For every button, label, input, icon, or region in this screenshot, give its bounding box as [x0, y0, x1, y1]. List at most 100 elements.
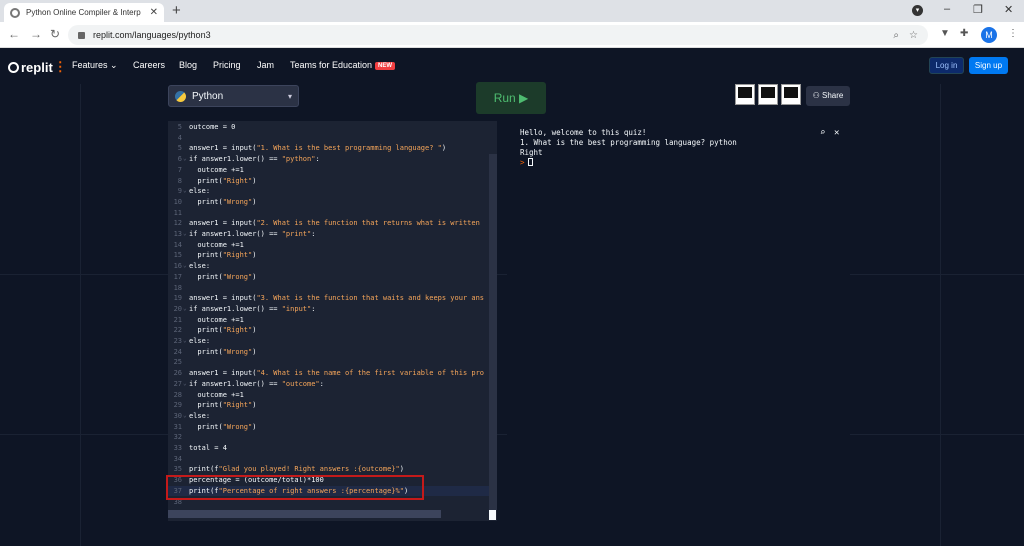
- code-line[interactable]: 10 print("Wrong"): [168, 197, 497, 208]
- language-label: Python: [192, 90, 224, 102]
- nav-pricing[interactable]: Pricing: [213, 60, 241, 70]
- fold-chevron-icon[interactable]: ⌄: [183, 154, 187, 165]
- code-line[interactable]: 23 ⌄ else:: [168, 336, 497, 347]
- code-line[interactable]: 21 outcome +=1: [168, 315, 497, 326]
- nav-features[interactable]: Features ⌄: [72, 60, 118, 71]
- code-line[interactable]: 20 ⌄ if answer1.lower() == "input":: [168, 304, 497, 315]
- code-text: print("Wrong"): [189, 197, 257, 206]
- code-text: outcome +=1: [189, 315, 244, 324]
- code-text: else:: [189, 337, 211, 345]
- code-line[interactable]: 7 outcome +=1: [168, 165, 497, 176]
- code-line[interactable]: 5 answer1 = input("1. What is the best pr…: [168, 143, 497, 154]
- code-text: else:: [189, 262, 211, 271]
- zoom-icon[interactable]: ⌕: [893, 30, 899, 41]
- browser-tab[interactable]: Python Online Compiler & Interp ✕: [4, 3, 164, 22]
- line-number: 33: [173, 444, 182, 452]
- code-line[interactable]: 32: [168, 432, 497, 443]
- browser-menu-icon[interactable]: ⋮: [1008, 28, 1018, 39]
- fold-chevron-icon[interactable]: ⌄: [183, 379, 187, 390]
- code-line[interactable]: 19 answer1 = input("3. What is the functi…: [168, 293, 497, 304]
- editor-vertical-scrollbar[interactable]: [489, 154, 497, 510]
- tab-close-icon[interactable]: ✕: [150, 7, 158, 18]
- signup-button[interactable]: Sign up: [969, 57, 1008, 74]
- console-line: Hello, welcome to this quiz!: [520, 128, 647, 137]
- minimize-button[interactable]: –: [944, 3, 950, 15]
- reload-icon[interactable]: ↻: [50, 27, 60, 41]
- browser-toolbar: ← → ↻ replit.com/languages/python3 ⌕ ☆: [0, 22, 1024, 48]
- code-line[interactable]: 22 print("Right"): [168, 325, 497, 336]
- code-text: print(f"Glad you played! Right answers :…: [189, 465, 404, 474]
- window-close-button[interactable]: ✕: [1004, 3, 1013, 16]
- multiplayer-avatar[interactable]: [735, 84, 755, 105]
- code-line[interactable]: 17 print("Wrong"): [168, 272, 497, 283]
- profile-avatar[interactable]: M: [981, 27, 997, 43]
- puzzle-extensions-icon[interactable]: ✚: [960, 28, 968, 39]
- code-line[interactable]: 25: [168, 357, 497, 368]
- code-line[interactable]: 13 ⌄ if answer1.lower() == "print":: [168, 229, 497, 240]
- nav-jam[interactable]: Jam: [257, 60, 274, 70]
- fold-chevron-icon[interactable]: ⌄: [183, 304, 187, 315]
- code-line[interactable]: 16 ⌄ else:: [168, 261, 497, 272]
- code-line[interactable]: 4: [168, 133, 497, 144]
- code-line[interactable]: 29 print("Right"): [168, 400, 497, 411]
- code-line[interactable]: 8 print("Right"): [168, 176, 497, 187]
- code-line[interactable]: 30 ⌄ else:: [168, 411, 497, 422]
- profile-dropdown-icon[interactable]: ▾: [912, 5, 923, 16]
- code-text: else:: [189, 411, 211, 420]
- code-text: if answer1.lower() == "print":: [189, 230, 316, 238]
- code-text: outcome +=1: [189, 240, 244, 249]
- code-line[interactable]: 24 print("Wrong"): [168, 347, 497, 358]
- forward-arrow-icon[interactable]: →: [30, 27, 42, 41]
- code-line[interactable]: 5 outcome = 0: [168, 122, 497, 133]
- code-line[interactable]: 27 ⌄ if answer1.lower() == "outcome":: [168, 379, 497, 390]
- multiplayer-avatar[interactable]: [781, 84, 801, 105]
- red-highlight-box: [166, 475, 424, 500]
- code-text: print("Right"): [189, 401, 257, 410]
- new-tab-button[interactable]: +: [172, 2, 181, 19]
- run-button[interactable]: Run ▶: [476, 82, 546, 114]
- share-button[interactable]: ⚇ Share: [806, 86, 850, 106]
- editor-horizontal-scrollbar[interactable]: [168, 510, 441, 518]
- fold-chevron-icon[interactable]: ⌄: [183, 186, 187, 197]
- line-number: 25: [173, 358, 182, 367]
- fold-chevron-icon[interactable]: ⌄: [183, 261, 187, 272]
- console-panel[interactable]: Hello, welcome to this quiz! 1. What is …: [507, 121, 850, 521]
- nav-careers[interactable]: Careers: [133, 60, 165, 70]
- code-line[interactable]: 18: [168, 283, 497, 294]
- code-line[interactable]: 14 outcome +=1: [168, 240, 497, 251]
- address-bar[interactable]: replit.com/languages/python3 ⌕ ☆: [68, 25, 928, 45]
- clear-console-icon[interactable]: ✕: [834, 128, 839, 138]
- code-line[interactable]: 28 outcome +=1: [168, 390, 497, 401]
- fold-chevron-icon[interactable]: ⌄: [183, 336, 187, 347]
- line-number: 7: [177, 165, 182, 174]
- back-arrow-icon[interactable]: ←: [8, 27, 20, 41]
- extension-icon[interactable]: ▼: [940, 28, 950, 39]
- restore-button[interactable]: ❐: [973, 3, 983, 16]
- login-button[interactable]: Log in: [929, 57, 964, 74]
- code-line[interactable]: 15 print("Right"): [168, 250, 497, 261]
- multiplayer-avatar[interactable]: [758, 84, 778, 105]
- code-line[interactable]: 31 print("Wrong"): [168, 422, 497, 433]
- code-line[interactable]: 35 print(f"Glad you played! Right answers…: [168, 464, 497, 475]
- code-editor[interactable]: 5 outcome = 0 4 5 answer1 = input("1. What i…: [168, 121, 497, 521]
- python-logo-icon: [175, 90, 186, 102]
- code-line[interactable]: 6 ⌄ if answer1.lower() == "python":: [168, 154, 497, 165]
- nav-teams-for-education[interactable]: Teams for Education NEW: [290, 60, 396, 70]
- code-line[interactable]: 9 ⌄ else:: [168, 186, 497, 197]
- fold-chevron-icon[interactable]: ⌄: [183, 411, 187, 422]
- search-icon[interactable]: ⌕: [820, 128, 825, 138]
- code-line[interactable]: 33 total = 4: [168, 443, 497, 454]
- code-text: if answer1.lower() == "input":: [189, 304, 316, 313]
- console-prompt-line[interactable]: >: [520, 158, 533, 168]
- code-text: print("Right"): [189, 176, 257, 185]
- code-line[interactable]: 11: [168, 208, 497, 219]
- code-line[interactable]: 26 answer1 = input("4. What is the name o…: [168, 368, 497, 379]
- fold-chevron-icon[interactable]: ⌄: [183, 229, 187, 240]
- code-line[interactable]: 12 answer1 = input("2. What is the functi…: [168, 218, 497, 229]
- replit-logo[interactable]: replit ⋮: [8, 59, 67, 75]
- code-line[interactable]: 34: [168, 454, 497, 465]
- bookmark-star-icon[interactable]: ☆: [909, 30, 918, 41]
- line-number: 27: [173, 379, 182, 388]
- nav-blog[interactable]: Blog: [179, 60, 197, 70]
- language-select[interactable]: Python ▾: [168, 85, 299, 107]
